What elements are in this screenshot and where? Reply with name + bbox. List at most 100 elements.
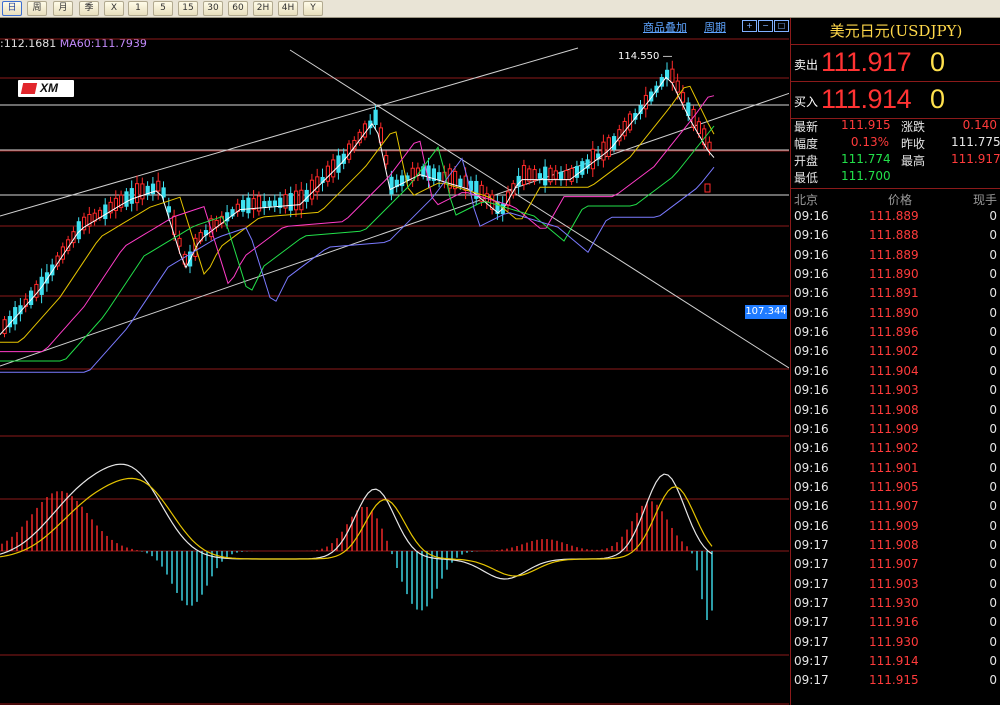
tick-time: 09:16 [794,228,829,243]
candle-body [384,155,389,165]
candle-body [267,200,272,207]
period-5min-button[interactable]: 5 [153,1,173,16]
candle-body [537,173,542,179]
period-30min-button[interactable]: 30 [203,1,223,16]
high-label: 最高 [901,154,926,168]
candle-body [675,80,680,93]
tick-row: 09:16 111.905 0 [791,480,1000,499]
tick-volume: 0 [989,402,997,417]
candle-body [256,195,262,212]
prevclose-label: 昨收 [901,137,926,151]
period-1min-button[interactable]: 1 [128,1,148,16]
tick-volume: 0 [989,228,997,243]
candle-body [696,121,701,135]
tick-volume: 0 [989,499,997,514]
period-month-button[interactable]: 月 [53,1,73,16]
tick-row: 09:16 111.889 0 [791,209,1000,228]
period-week-button[interactable]: 周 [27,1,47,16]
period-4h-button[interactable]: 4H [278,1,298,16]
buy-price: 111.914 [821,84,912,114]
period-15min-button[interactable]: 15 [178,1,198,16]
tick-volume: 0 [989,383,997,398]
tick-volume: 0 [989,267,997,282]
candle-body [177,237,182,247]
buy-quote[interactable]: 买入 111.914 0 [791,82,1000,119]
macd-indicator-chart[interactable] [0,436,789,704]
candle-body [304,189,309,202]
macd-line [0,477,713,577]
candle-body [559,171,564,181]
candle-body [140,183,145,200]
moving-average-line [0,125,715,362]
open-value: 111.774 [841,152,891,166]
period-day-button[interactable]: 日 [2,1,22,16]
tick-price: 111.909 [869,421,919,436]
tick-volume: 0 [989,615,997,630]
candle-body [325,165,330,182]
period-year-button[interactable]: Y [303,1,323,16]
prevclose-value: 111.775 [951,135,1000,149]
candle-body [543,166,548,186]
high-value: 111.917 [951,152,1000,166]
high-price-label: 114.550 — [618,51,673,62]
tick-time: 09:17 [794,596,829,610]
candle-body [389,176,394,195]
tick-price: 111.909 [869,518,919,533]
candlestick-chart[interactable] [0,36,789,436]
tick-time: 09:16 [794,209,829,223]
change-value: 0.140 [962,118,997,132]
trendline [0,47,579,217]
tick-price: 111.907 [869,557,919,572]
tick-volume: 0 [989,654,997,669]
candle-body [590,148,595,170]
tick-row: 09:16 111.889 0 [791,248,1000,267]
tick-time: 09:16 [794,267,829,282]
tick-time: 09:16 [794,363,829,378]
overlay-link[interactable]: 商品叠加 [643,19,687,35]
period-x-button[interactable]: X [104,1,124,16]
tick-time: 09:17 [794,634,829,649]
open-label: 开盘 [794,154,819,168]
sell-quote[interactable]: 卖出 111.917 0 [791,45,1000,82]
period-link[interactable]: 周期 [704,19,726,35]
tick-price: 111.904 [869,363,919,378]
tick-price: 111.890 [869,267,919,282]
tick-row: 09:17 111.903 0 [791,577,1000,596]
tick-row: 09:16 111.909 0 [791,519,1000,538]
tick-volume: 0 [989,460,997,475]
candle-body [564,169,569,181]
range-label: 幅度 [794,137,819,151]
candle-body [532,169,537,181]
xm-logo: XM [18,80,74,97]
tick-volume: 0 [989,305,997,320]
instrument-title: 美元日元(USDJPY) [791,18,1000,45]
candle-body [336,155,341,173]
change-label: 涨跌 [901,120,926,134]
tick-row: 09:16 111.890 0 [791,267,1000,286]
tick-volume: 0 [989,634,997,649]
ticks-header: 北京 价格 现手 [791,188,1000,208]
zoom-in-icon[interactable]: + [742,20,757,32]
low-value: 111.700 [841,169,891,183]
period-2h-button[interactable]: 2H [253,1,273,16]
macd-gridlines [0,436,789,656]
tick-row: 09:16 111.901 0 [791,461,1000,480]
tick-row: 09:16 111.908 0 [791,403,1000,422]
tick-time: 09:16 [794,344,829,359]
tick-row: 09:16 111.904 0 [791,364,1000,383]
candle-body [521,165,527,185]
latest-label: 最新 [794,120,819,134]
trendline [289,49,789,369]
restore-icon[interactable]: □ [774,20,789,32]
tick-volume: 0 [989,344,997,359]
moving-average-line [0,157,715,373]
candle-body [373,109,378,126]
period-quarter-button[interactable]: 季 [79,1,99,16]
chart-gridlines [0,38,789,436]
xm-logo-text: XM [40,81,58,95]
tick-row: 09:17 111.930 0 [791,596,1000,615]
sell-price: 111.917 [821,47,912,77]
candle-body [606,137,611,157]
period-60min-button[interactable]: 60 [228,1,248,16]
zoom-out-icon[interactable]: − [758,20,773,32]
